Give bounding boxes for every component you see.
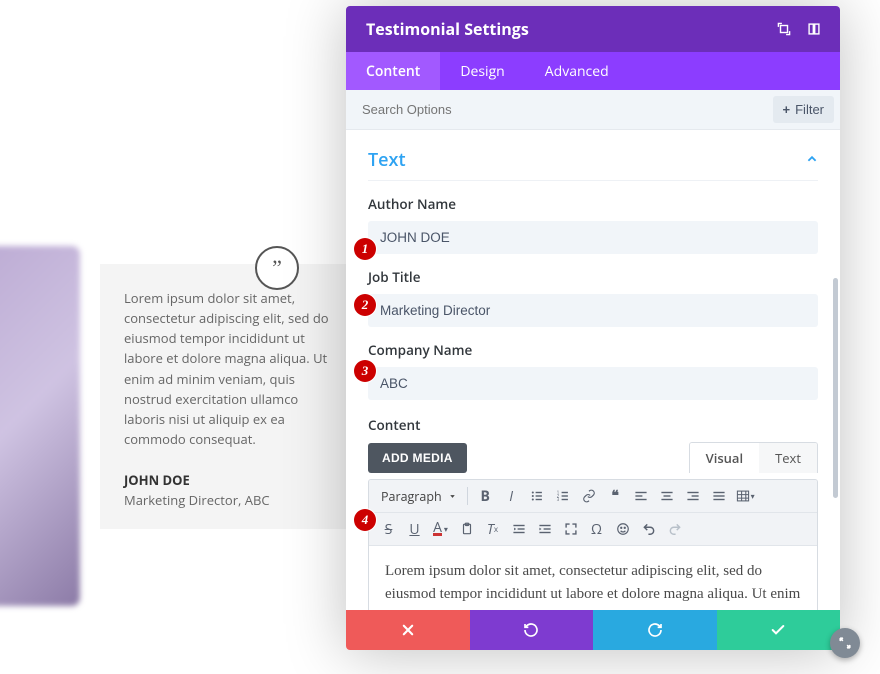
scrollbar[interactable] (833, 278, 838, 498)
align-center-icon[interactable] (656, 485, 679, 507)
testimonial-role: Marketing Director, ABC (124, 491, 330, 509)
callout-4: 4 (354, 509, 376, 531)
field-company-name: Company Name (368, 341, 818, 400)
author-photo (0, 246, 80, 606)
wysiwyg-editor: Paragraph B I 123 ❝ ▾ (368, 479, 818, 610)
callout-3: 3 (354, 360, 376, 382)
special-char-icon[interactable]: Ω (585, 518, 608, 540)
tab-design[interactable]: Design (440, 52, 524, 90)
editor-tab-visual[interactable]: Visual (690, 443, 759, 473)
ordered-list-icon[interactable]: 123 (552, 485, 575, 507)
outdent-icon[interactable] (507, 518, 530, 540)
modal-action-bar (346, 610, 840, 650)
expand-icon[interactable] (772, 17, 796, 41)
paste-icon[interactable] (455, 518, 478, 540)
job-title-input[interactable] (368, 294, 818, 327)
company-name-label: Company Name (368, 341, 818, 359)
panel-body[interactable]: Text Author Name Job Title Company Name … (346, 130, 840, 610)
svg-text:2: 2 (557, 494, 560, 499)
indent-icon[interactable] (533, 518, 556, 540)
modal-header: Testimonial Settings (346, 6, 840, 52)
italic-icon[interactable]: I (500, 485, 523, 507)
save-button[interactable] (717, 610, 841, 650)
snap-icon[interactable] (802, 17, 826, 41)
callout-2: 2 (354, 294, 376, 316)
field-author-name: Author Name (368, 195, 818, 254)
field-content: Content ADD MEDIA Visual Text Paragraph … (368, 416, 818, 610)
link-icon[interactable] (578, 485, 601, 507)
testimonial-body-text: Lorem ipsum dolor sit amet, consectetur … (124, 288, 330, 449)
toolbar-row-2: S U A▾ Tx Ω (369, 513, 817, 546)
settings-modal: Testimonial Settings Content Design Adva… (346, 6, 840, 650)
filter-label: Filter (795, 102, 824, 117)
cancel-button[interactable] (346, 610, 470, 650)
bullet-list-icon[interactable] (526, 485, 549, 507)
strikethrough-icon[interactable]: S (377, 518, 400, 540)
align-justify-icon[interactable] (708, 485, 731, 507)
align-left-icon[interactable] (630, 485, 653, 507)
emoji-icon[interactable] (611, 518, 634, 540)
resize-handle[interactable] (830, 628, 860, 658)
search-bar: + Filter (346, 90, 840, 130)
testimonial-card: Lorem ipsum dolor sit amet, consectetur … (100, 264, 350, 529)
fullscreen-icon[interactable] (559, 518, 582, 540)
align-right-icon[interactable] (682, 485, 705, 507)
quote-icon: ” (255, 246, 299, 290)
redo-icon[interactable] (663, 518, 686, 540)
company-name-input[interactable] (368, 367, 818, 400)
search-input[interactable] (362, 102, 773, 117)
redo-button[interactable] (593, 610, 717, 650)
undo-icon[interactable] (637, 518, 660, 540)
add-media-button[interactable]: ADD MEDIA (368, 443, 467, 473)
editor-content-text: Lorem ipsum dolor sit amet, consectetur … (385, 560, 801, 610)
modal-title: Testimonial Settings (366, 18, 766, 40)
author-name-input[interactable] (368, 221, 818, 254)
undo-button[interactable] (470, 610, 594, 650)
paragraph-select[interactable]: Paragraph (377, 486, 461, 507)
author-name-label: Author Name (368, 195, 818, 213)
plus-icon: + (783, 102, 791, 117)
job-title-label: Job Title (368, 268, 818, 286)
callout-1: 1 (354, 238, 376, 260)
testimonial-author: JOHN DOE (124, 471, 330, 489)
editor-tab-text[interactable]: Text (759, 443, 817, 473)
underline-icon[interactable]: U (403, 518, 426, 540)
svg-text:1: 1 (557, 491, 559, 496)
content-label: Content (368, 416, 818, 434)
field-job-title: Job Title (368, 268, 818, 327)
section-text-title: Text (368, 148, 406, 172)
svg-text:3: 3 (557, 498, 560, 503)
editor-textarea[interactable]: Lorem ipsum dolor sit amet, consectetur … (369, 546, 817, 610)
table-icon[interactable]: ▾ (734, 485, 757, 507)
clear-format-icon[interactable]: Tx (481, 518, 504, 540)
text-color-icon[interactable]: A▾ (429, 518, 452, 540)
section-text-header[interactable]: Text (368, 140, 818, 181)
bold-icon[interactable]: B (474, 485, 497, 507)
tab-advanced[interactable]: Advanced (525, 52, 629, 90)
toolbar-row-1: Paragraph B I 123 ❝ ▾ (369, 480, 817, 513)
tab-content[interactable]: Content (346, 52, 440, 90)
editor-mode-tabs: Visual Text (689, 442, 818, 473)
chevron-up-icon[interactable] (806, 151, 818, 170)
settings-tabs: Content Design Advanced (346, 52, 840, 90)
filter-button[interactable]: + Filter (773, 96, 834, 123)
blockquote-icon[interactable]: ❝ (604, 485, 627, 507)
